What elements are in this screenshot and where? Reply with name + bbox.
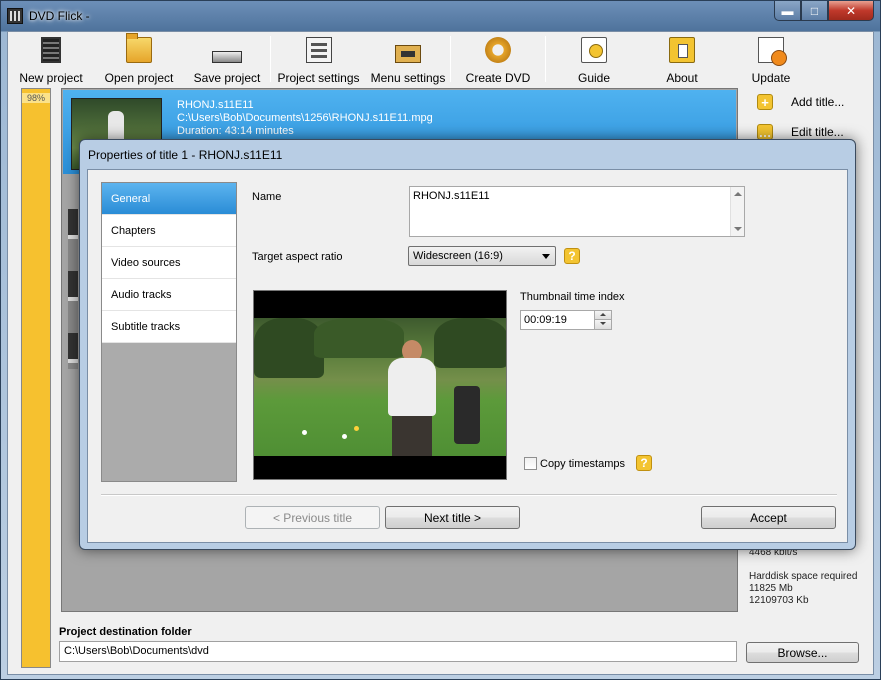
add-title-label: Add title... bbox=[791, 95, 845, 109]
update-icon bbox=[758, 37, 787, 66]
chevron-down-icon bbox=[542, 254, 550, 259]
nav-subtitle-tracks[interactable]: Subtitle tracks bbox=[102, 311, 236, 343]
dialog-divider bbox=[101, 494, 837, 496]
save-project-button[interactable]: Save project bbox=[184, 32, 270, 88]
copy-timestamps-label: Copy timestamps bbox=[540, 458, 625, 470]
nav-chapters[interactable]: Chapters bbox=[102, 215, 236, 247]
scroll-up-icon bbox=[734, 192, 742, 196]
thumbnail-time-input[interactable]: 00:09:19 bbox=[520, 310, 612, 330]
project-settings-button[interactable]: Project settings bbox=[271, 32, 366, 88]
settings-icon bbox=[305, 37, 332, 63]
create-dvd-label: Create DVD bbox=[465, 71, 531, 85]
save-project-label: Save project bbox=[193, 71, 261, 85]
aspect-ratio-value: Widescreen (16:9) bbox=[413, 250, 503, 262]
destination-folder-input[interactable]: C:\Users\Bob\Documents\dvd bbox=[59, 641, 737, 662]
new-project-button[interactable]: New project bbox=[8, 32, 94, 88]
maximize-icon: □ bbox=[810, 3, 819, 18]
add-title-button[interactable]: + Add title... bbox=[757, 94, 844, 110]
preview-ball bbox=[302, 430, 307, 435]
previous-title-button[interactable]: < Previous title bbox=[245, 506, 380, 529]
window-title: DVD Flick - bbox=[29, 9, 90, 23]
update-label: Update bbox=[751, 71, 791, 85]
nav-audio-tracks[interactable]: Audio tracks bbox=[102, 279, 236, 311]
open-project-label: Open project bbox=[104, 71, 174, 85]
name-scrollbar[interactable] bbox=[730, 187, 744, 236]
maximize-button[interactable]: □ bbox=[801, 1, 828, 21]
close-button[interactable]: ✕ bbox=[828, 1, 874, 21]
preview-tree bbox=[314, 318, 404, 358]
spin-down-icon[interactable] bbox=[594, 320, 611, 329]
thumbnail-preview bbox=[253, 290, 507, 480]
name-label: Name bbox=[252, 191, 282, 203]
copy-timestamps-checkbox[interactable] bbox=[524, 457, 537, 470]
close-icon: ✕ bbox=[845, 3, 857, 18]
aspect-help-icon[interactable]: ? bbox=[564, 248, 580, 264]
progress-percent: 98% bbox=[22, 93, 50, 103]
nav-general[interactable]: General bbox=[102, 183, 236, 215]
gears-icon bbox=[485, 37, 511, 63]
edit-title-label: Edit title... bbox=[791, 125, 844, 139]
preview-golfer-legs bbox=[392, 416, 432, 456]
title-bar[interactable]: DVD Flick - ▬ □ ✕ bbox=[1, 1, 880, 31]
copy-timestamps-help-icon[interactable]: ? bbox=[636, 455, 652, 471]
project-settings-label: Project settings bbox=[277, 71, 360, 85]
create-dvd-button[interactable]: Create DVD bbox=[451, 32, 545, 88]
scroll-down-icon bbox=[734, 227, 742, 231]
about-icon bbox=[669, 37, 695, 63]
guide-icon bbox=[581, 37, 607, 63]
plus-icon: + bbox=[757, 94, 773, 110]
film-app-icon bbox=[7, 8, 23, 24]
size-progress-bar: 98% bbox=[21, 88, 51, 668]
accept-button[interactable]: Accept bbox=[701, 506, 836, 529]
nav-video-sources[interactable]: Video sources bbox=[102, 247, 236, 279]
name-input[interactable]: RHONJ.s11E11 bbox=[409, 186, 745, 237]
browse-button[interactable]: Browse... bbox=[746, 642, 859, 663]
minimize-icon: ▬ bbox=[781, 3, 794, 18]
preview-image bbox=[254, 318, 506, 456]
harddisk-kb: 12109703 Kb bbox=[749, 595, 809, 606]
update-button[interactable]: Update bbox=[722, 32, 820, 88]
next-title-button[interactable]: Next title > bbox=[385, 506, 520, 529]
folder-icon bbox=[126, 33, 152, 63]
dialog-title[interactable]: Properties of title 1 - RHONJ.s11E11 bbox=[88, 148, 282, 162]
name-input-value: RHONJ.s11E11 bbox=[413, 190, 490, 202]
title-properties-dialog: Properties of title 1 - RHONJ.s11E11 Gen… bbox=[79, 139, 856, 550]
thumbnail-time-value: 00:09:19 bbox=[524, 314, 567, 326]
aspect-ratio-label: Target aspect ratio bbox=[252, 251, 343, 263]
toolbar: New project Open project Save project Pr… bbox=[8, 32, 873, 88]
destination-folder-label: Project destination folder bbox=[59, 626, 192, 638]
open-project-button[interactable]: Open project bbox=[94, 32, 184, 88]
aspect-ratio-select[interactable]: Widescreen (16:9) bbox=[408, 246, 556, 266]
preview-golfer-body bbox=[388, 358, 436, 416]
title-item-name: RHONJ.s11E11 bbox=[177, 99, 254, 111]
dialog-body: General Chapters Video sources Audio tra… bbox=[87, 169, 848, 543]
about-label: About bbox=[666, 71, 698, 85]
preview-golf-bag bbox=[454, 386, 480, 444]
drive-icon bbox=[212, 51, 242, 63]
guide-label: Guide bbox=[577, 71, 611, 85]
menu-settings-label: Menu settings bbox=[370, 71, 446, 85]
about-button[interactable]: About bbox=[642, 32, 722, 88]
preview-tree bbox=[434, 318, 506, 368]
title-thumbnails-strip bbox=[68, 209, 78, 369]
edit-title-button[interactable]: … Edit title... bbox=[757, 124, 844, 140]
harddisk-label: Harddisk space required bbox=[749, 571, 858, 582]
thumbnail-time-label: Thumbnail time index bbox=[520, 291, 625, 303]
preview-ball bbox=[342, 434, 347, 439]
minimize-button[interactable]: ▬ bbox=[774, 1, 801, 21]
spin-up-icon[interactable] bbox=[594, 311, 611, 320]
guide-button[interactable]: Guide bbox=[546, 32, 642, 88]
menu-settings-button[interactable]: Menu settings bbox=[366, 32, 450, 88]
title-item-path: C:\Users\Bob\Documents\1256\RHONJ.s11E11… bbox=[177, 112, 433, 124]
ellipsis-icon: … bbox=[757, 124, 773, 140]
caption-buttons: ▬ □ ✕ bbox=[774, 1, 874, 21]
new-project-label: New project bbox=[19, 71, 83, 85]
harddisk-mb: 11825 Mb bbox=[749, 583, 793, 594]
title-item-duration: Duration: 43:14 minutes bbox=[177, 125, 294, 137]
menu-icon bbox=[395, 45, 421, 63]
properties-nav: General Chapters Video sources Audio tra… bbox=[101, 182, 237, 482]
preview-ball bbox=[354, 426, 359, 431]
film-icon bbox=[41, 37, 61, 63]
